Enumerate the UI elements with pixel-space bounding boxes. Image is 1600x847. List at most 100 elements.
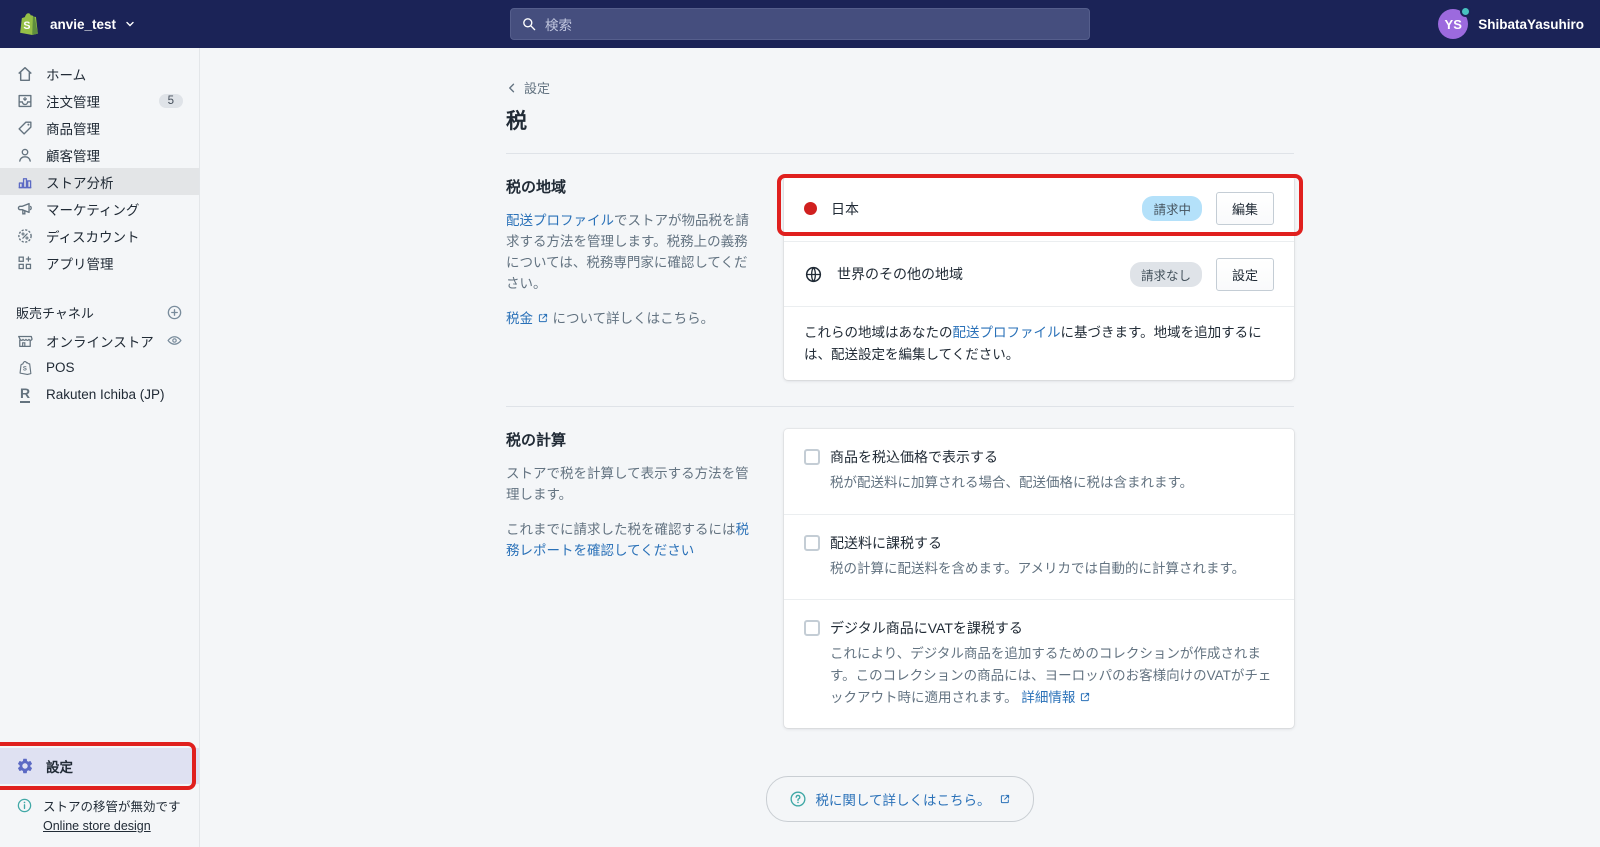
search-placeholder: 検索	[545, 18, 572, 33]
customers-icon	[16, 146, 34, 164]
region-name: 日本	[831, 200, 859, 217]
section-heading: 税の地域	[506, 179, 567, 196]
shopify-admin: S anvie_test 検索 YS ShibataYasuhiro ホーム 注…	[0, 0, 1600, 847]
main-content: 設定 税 税の地域 配送プロファイルでストアが物品税を請求する方法を管理します。…	[200, 48, 1600, 847]
sidebar-item-label: 注文管理	[46, 94, 100, 110]
tax-regions-section: 税の地域 配送プロファイルでストアが物品税を請求する方法を管理します。税務上の義…	[506, 154, 1303, 406]
checkbox-show-prices-tax-included[interactable]	[804, 449, 820, 466]
option-description: 税の計算に配送料を含めます。アメリカでは自動的に計算されます。	[830, 560, 1246, 576]
option-description: 税が配送料に加算される場合、配送価格に税は含まれます。	[830, 475, 1194, 491]
checkbox-vat-digital-goods[interactable]	[804, 620, 820, 637]
external-link-icon	[1081, 692, 1090, 701]
section-description: 配送プロファイルでストアが物品税を請求する方法を管理します。税務上の義務について…	[506, 213, 749, 291]
tax-help-link[interactable]: 税に関して詳しくはこちら。	[766, 776, 1034, 823]
option-charge-tax-on-shipping: 配送料に課税する 税の計算に配送料を含めます。アメリカでは自動的に計算されます。	[784, 513, 1294, 600]
sidebar-item-pos[interactable]: S POS	[0, 354, 199, 381]
external-link-icon	[1000, 795, 1009, 804]
sidebar-item-settings[interactable]: 設定	[0, 748, 199, 784]
apps-icon	[16, 254, 34, 272]
discounts-icon	[16, 227, 34, 245]
online-store-design-link[interactable]: Online store design	[43, 819, 151, 833]
user-menu-button[interactable]: YS ShibataYasuhiro	[1324, 6, 1584, 39]
sidebar-item-analytics[interactable]: ストア分析	[0, 168, 199, 195]
add-channel-icon[interactable]	[166, 304, 183, 321]
japan-flag-icon	[804, 202, 817, 215]
topbar: S anvie_test 検索 YS ShibataYasuhiro	[0, 0, 1600, 48]
shipping-profile-link[interactable]: 配送プロファイル	[953, 325, 1061, 340]
orders-icon	[16, 92, 34, 110]
back-chevron-icon	[509, 83, 515, 92]
sidebar-item-discounts[interactable]: ディスカウント	[0, 222, 199, 249]
external-link-icon	[538, 313, 547, 322]
checkbox-charge-tax-on-shipping[interactable]	[804, 534, 820, 551]
sidebar-item-label: ストア分析	[46, 175, 114, 191]
tax-report-line: これまでに請求した税を確認するには税務レポートを確認してください	[506, 522, 749, 558]
tax-calculation-section: 税の計算 ストアで税を計算して表示する方法を管理します。 これまでに請求した税を…	[506, 406, 1294, 754]
svg-text:S: S	[22, 367, 26, 373]
view-store-eye-icon[interactable]	[166, 332, 183, 349]
globe-icon	[805, 266, 822, 282]
option-label: 配送料に課税する	[830, 534, 942, 551]
store-menu-button[interactable]: S anvie_test	[16, 11, 276, 37]
sidebar-item-home[interactable]: ホーム	[0, 60, 199, 87]
orders-count-badge: 5	[158, 93, 183, 108]
option-show-prices-tax-included: 商品を税込価格で表示する 税が配送料に加算される場合、配送価格に税は含まれます。	[784, 429, 1294, 514]
search-icon	[523, 18, 536, 31]
learn-more-link[interactable]: 詳細情報	[1021, 690, 1075, 705]
shipping-profile-link[interactable]: 配送プロファイル	[506, 213, 614, 228]
sidebar-item-rakuten[interactable]: R Rakuten Ichiba (JP)	[0, 381, 199, 408]
region-row-rest-of-world: 世界のその他の地域 請求なし 設定	[784, 241, 1294, 306]
setup-button[interactable]: 設定	[1215, 257, 1274, 291]
sidebar-item-marketing[interactable]: マーケティング	[0, 195, 199, 222]
sidebar-item-label: オンラインストア	[46, 334, 154, 350]
learn-more-line: 税金 について詳しくはこちら。	[506, 310, 715, 326]
sidebar-item-orders[interactable]: 注文管理 5	[0, 87, 199, 114]
chevron-down-icon	[126, 21, 134, 27]
sidebar: ホーム 注文管理 5 商品管理 顧客管理 ストア分析 マーケティング ディスカウ…	[0, 48, 200, 847]
option-vat-digital-goods: デジタル商品にVATを課税する これにより、デジタル商品を追加するためのコレクシ…	[784, 599, 1294, 728]
help-label: 税に関して詳しくはこちら。	[815, 793, 991, 809]
option-description: これにより、デジタル商品を追加するためのコレクションが作成されます。このコレクシ…	[830, 646, 1272, 705]
sidebar-item-label: ディスカウント	[46, 229, 140, 245]
taxes-link[interactable]: 税金	[506, 311, 533, 326]
status-badge-collecting: 請求中	[1142, 196, 1202, 221]
info-icon	[17, 798, 32, 813]
question-icon	[790, 791, 806, 807]
region-name: 世界のその他の地域	[837, 266, 963, 282]
transfer-notice: ストアの移管が無効です	[43, 800, 181, 814]
section-description: ストアで税を計算して表示する方法を管理します。	[506, 466, 749, 503]
sidebar-item-label: Rakuten Ichiba (JP)	[46, 387, 165, 402]
sidebar-item-online-store[interactable]: オンラインストア	[0, 327, 199, 354]
user-name: ShibataYasuhiro	[1478, 16, 1584, 32]
sidebar-item-products[interactable]: 商品管理	[0, 114, 199, 141]
sidebar-item-apps[interactable]: アプリ管理	[0, 249, 199, 276]
section-heading: 税の計算	[506, 432, 567, 450]
status-dot	[1460, 6, 1472, 17]
sidebar-item-customers[interactable]: 顧客管理	[0, 141, 199, 168]
analytics-icon	[16, 173, 34, 191]
option-label: デジタル商品にVATを課税する	[830, 620, 1023, 637]
breadcrumb[interactable]: 設定	[506, 78, 550, 97]
search-input[interactable]: 検索	[510, 8, 1090, 40]
sidebar-item-label: 設定	[46, 760, 73, 775]
sidebar-item-label: ホーム	[46, 67, 87, 83]
home-icon	[16, 65, 34, 83]
store-name: anvie_test	[50, 16, 117, 32]
gear-icon	[16, 757, 34, 775]
sidebar-item-label: マーケティング	[46, 202, 140, 218]
svg-text:S: S	[23, 20, 30, 32]
marketing-icon	[16, 200, 34, 218]
page-title: 税	[506, 110, 527, 133]
edit-button[interactable]: 編集	[1215, 192, 1274, 225]
storefront-icon	[16, 332, 34, 350]
status-badge-not-collecting: 請求なし	[1129, 261, 1202, 287]
option-label: 商品を税込価格で表示する	[830, 449, 998, 466]
sidebar-item-label: POS	[46, 360, 75, 375]
sidebar-item-label: 顧客管理	[46, 148, 100, 164]
sidebar-item-label: アプリ管理	[46, 256, 114, 272]
products-icon	[16, 119, 34, 137]
regions-footer-note: これらの地域はあなたの配送プロファイルに基づきます。地域を追加するには、配送設定…	[784, 306, 1294, 380]
pos-bag-icon: S	[16, 359, 34, 377]
rakuten-icon: R	[19, 385, 31, 403]
sales-channels-header: 販売チャネル	[16, 306, 94, 321]
